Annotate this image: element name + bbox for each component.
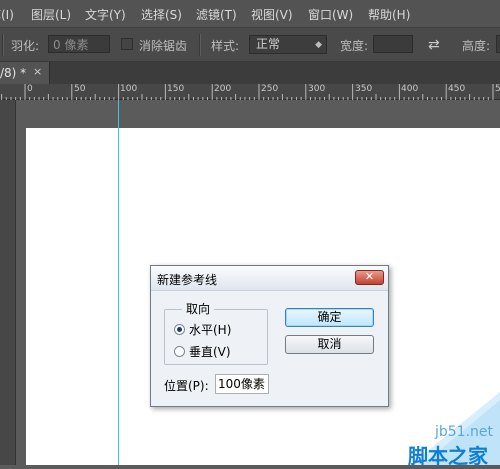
menu-item-layer[interactable]: 图层(L) — [31, 6, 71, 23]
close-icon[interactable]: × — [33, 65, 42, 78]
vertical-guide-line[interactable] — [118, 100, 119, 465]
vertical-ruler — [0, 100, 16, 465]
document-tab-label: /8) * — [0, 66, 27, 80]
menu-bar: 库(I) 图层(L) 文字(Y) 选择(S) 滤镜(T) 视图(V) 窗口(W)… — [0, 0, 500, 28]
document-tab[interactable]: /8) * × — [0, 62, 50, 84]
dialog-title: 新建参考线 — [157, 273, 218, 287]
close-icon: ✕ — [364, 270, 375, 283]
style-label: 样式: — [211, 39, 240, 53]
dialog-title-bar[interactable]: 新建参考线 ✕ — [151, 266, 388, 291]
menu-item-view[interactable]: 视图(V) — [251, 6, 293, 23]
width-input[interactable] — [373, 35, 413, 53]
horizontal-radio[interactable] — [174, 324, 185, 335]
feather-label: 羽化: — [11, 39, 40, 53]
position-label: 位置(P): — [164, 379, 209, 393]
height-input[interactable] — [496, 35, 500, 53]
new-guide-dialog: 新建参考线 ✕ 取向 水平(H) 垂直(V) 确定 取消 位置(P): 100像… — [150, 265, 389, 407]
antialias-label: 消除锯齿 — [139, 39, 188, 53]
select-arrow-icon: ◆ — [315, 40, 322, 50]
document-tab-bar: /8) * × — [0, 62, 500, 84]
menu-item-select[interactable]: 选择(S) — [141, 6, 182, 23]
orientation-legend: 取向 — [182, 300, 215, 317]
menu-item-library[interactable]: 库(I) — [0, 6, 14, 23]
vertical-radio-label[interactable]: 垂直(V) — [189, 343, 231, 360]
style-select-value: 正常 — [256, 37, 281, 51]
ruler-label: 100 — [120, 84, 138, 94]
menu-item-help[interactable]: 帮助(H) — [368, 6, 410, 23]
radio-selected-dot — [177, 327, 182, 332]
cancel-button[interactable]: 取消 — [285, 335, 374, 354]
menu-item-type[interactable]: 文字(Y) — [85, 6, 126, 23]
position-input[interactable]: 100像素 — [215, 374, 269, 394]
options-bar: 羽化: 0 像素 消除锯齿 样式: 正常 ◆ 宽度: ⇄ 高度: — [0, 28, 500, 62]
ruler-label: 450 — [448, 84, 466, 94]
ruler-label: 200 — [214, 84, 232, 94]
horizontal-ruler: 0 50 100 150 200 250 300 350 400 450 500 — [0, 84, 500, 100]
swap-width-height-icon[interactable]: ⇄ — [428, 37, 440, 53]
dialog-close-button[interactable]: ✕ — [355, 270, 384, 285]
ruler-label: 500 — [495, 84, 500, 94]
style-select[interactable]: 正常 ◆ — [249, 35, 327, 54]
ok-button[interactable]: 确定 — [285, 308, 374, 327]
ruler-label: 400 — [401, 84, 419, 94]
vertical-radio[interactable] — [174, 346, 185, 357]
ruler-label: 300 — [308, 84, 326, 94]
ruler-label: 250 — [261, 84, 279, 94]
height-label: 高度: — [462, 39, 491, 53]
antialias-checkbox[interactable] — [121, 38, 133, 50]
menu-item-window[interactable]: 窗口(W) — [308, 6, 353, 23]
ruler-label: 350 — [355, 84, 373, 94]
width-label: 宽度: — [340, 39, 369, 53]
ruler-label: 150 — [167, 84, 185, 94]
ruler-label: 0 — [27, 84, 33, 94]
menu-item-filter[interactable]: 滤镜(T) — [196, 6, 237, 23]
watermark-url: jb51.net — [435, 424, 494, 440]
ruler-label: 50 — [74, 84, 86, 94]
horizontal-radio-label[interactable]: 水平(H) — [189, 321, 231, 338]
separator — [199, 34, 200, 56]
feather-input[interactable]: 0 像素 — [48, 35, 110, 53]
separator — [2, 34, 3, 56]
